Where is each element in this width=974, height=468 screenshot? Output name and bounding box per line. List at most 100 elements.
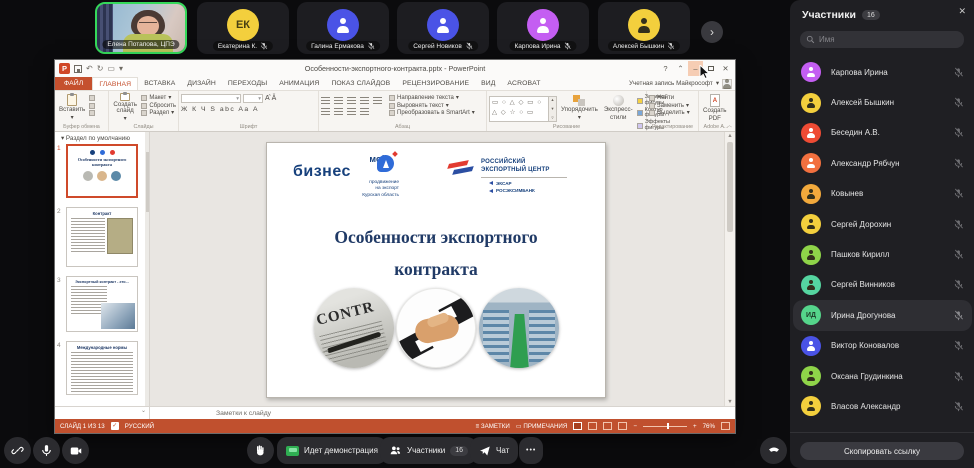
participant-search[interactable] bbox=[800, 31, 964, 48]
create-pdf-button[interactable]: СоздатьPDF bbox=[701, 93, 729, 123]
language-indicator[interactable]: РУССКИЙ bbox=[125, 423, 154, 430]
copy-link-button[interactable]: Скопировать ссылку bbox=[800, 442, 964, 460]
redo-icon[interactable]: ↻ bbox=[97, 64, 104, 73]
spellcheck-icon[interactable]: ✓ bbox=[110, 422, 119, 430]
close-button[interactable]: ✕ bbox=[718, 61, 733, 76]
reading-view-button[interactable] bbox=[603, 422, 613, 430]
alignment-buttons[interactable] bbox=[321, 108, 387, 115]
cut-icon[interactable] bbox=[89, 95, 96, 101]
minimize-button[interactable]: – bbox=[688, 61, 703, 76]
zoom-in-button[interactable]: + bbox=[693, 423, 697, 430]
camera-button[interactable] bbox=[62, 437, 89, 464]
font-name-select[interactable]: ▾ bbox=[181, 94, 241, 103]
video-tile[interactable]: Алексей Бышкин bbox=[598, 2, 690, 54]
font-style-buttons[interactable]: Ж К Ч S abc Aa А bbox=[181, 106, 316, 113]
participant-row[interactable]: Алексей Бышкин bbox=[793, 87, 972, 117]
more-actions-button[interactable]: ••• bbox=[519, 437, 544, 464]
slide-4-thumbnail[interactable]: Международные нормы bbox=[66, 341, 138, 395]
normal-view-button[interactable] bbox=[573, 422, 583, 430]
tab-insert[interactable]: ВСТАВКА bbox=[138, 77, 181, 90]
slide-scrollbar[interactable]: ▲ ▼ bbox=[724, 132, 735, 406]
grow-shrink-font-buttons[interactable]: А̂ А̌ bbox=[265, 95, 276, 102]
select-button[interactable]: Выделить ▾ bbox=[649, 110, 690, 116]
pane-scrollbar[interactable] bbox=[145, 132, 149, 406]
tab-home[interactable]: ГЛАВНАЯ bbox=[92, 77, 139, 90]
notes-toggle[interactable]: ≡ ЗАМЕТКИ bbox=[476, 423, 510, 430]
zoom-slider[interactable] bbox=[642, 423, 687, 429]
video-tile-active-speaker[interactable]: Елена Потапова, ЦПЭ bbox=[95, 2, 187, 54]
raise-hand-button[interactable] bbox=[247, 437, 274, 464]
slide-2-thumbnail[interactable]: Контракт bbox=[66, 207, 138, 267]
participant-row[interactable]: Пашков Кирилл bbox=[793, 239, 972, 269]
section-button[interactable]: Раздел ▾ bbox=[141, 110, 176, 116]
shapes-gallery-scroll[interactable]: ▴ ▾ ▿ bbox=[549, 96, 557, 122]
replace-button[interactable]: Заменить ▾ bbox=[649, 102, 690, 109]
slide-3-thumbnail[interactable]: Экспортный контракт - это... bbox=[66, 276, 138, 332]
pane-collapse-button[interactable]: ⌄ bbox=[55, 407, 150, 419]
participant-row-highlighted[interactable]: ИД Ирина Дрогунова bbox=[793, 300, 972, 331]
video-tile[interactable]: Карпова Ирина bbox=[497, 2, 589, 54]
zoom-out-button[interactable]: − bbox=[633, 423, 637, 430]
participant-row[interactable]: Сергей Дорохин bbox=[793, 209, 972, 239]
section-header[interactable]: ▾ Раздел по умолчанию bbox=[55, 132, 149, 144]
quick-styles-button[interactable]: Экспресс-стили bbox=[602, 93, 635, 123]
help-button[interactable]: ? bbox=[658, 61, 673, 76]
video-tile[interactable]: Сергей Новиков bbox=[397, 2, 489, 54]
undo-icon[interactable]: ↶ bbox=[86, 64, 93, 73]
qat-customize-icon[interactable]: ▾ bbox=[119, 64, 123, 73]
more-tiles-button[interactable]: › bbox=[701, 21, 723, 43]
slide-1-thumbnail[interactable]: Особенности экспортного контракта bbox=[66, 144, 138, 198]
reset-button[interactable]: Сбросить bbox=[141, 102, 176, 109]
layout-button[interactable]: Макет ▾ bbox=[141, 95, 176, 101]
participants-button[interactable]: Участники 16 bbox=[380, 437, 478, 464]
arrange-button[interactable]: Упорядочить ▾ bbox=[559, 93, 600, 123]
new-slide-button[interactable]: Создать слайд ▾ bbox=[111, 92, 139, 123]
slideshow-icon[interactable]: ▭ bbox=[107, 64, 115, 73]
tab-view[interactable]: ВИД bbox=[475, 77, 501, 90]
comments-toggle[interactable]: ▭ ПРИМЕЧАНИЯ bbox=[516, 423, 568, 430]
participant-row[interactable]: Александр Рябчун bbox=[793, 148, 972, 178]
fit-slide-button[interactable] bbox=[721, 422, 730, 430]
tab-design[interactable]: ДИЗАЙН bbox=[181, 77, 222, 90]
participant-row[interactable]: Оксана Грудинкина bbox=[793, 361, 972, 391]
participant-row[interactable]: Сергей Винников bbox=[793, 270, 972, 300]
participant-row[interactable]: Ковынев bbox=[793, 179, 972, 209]
video-tile[interactable]: Галина Ермакова bbox=[297, 2, 389, 54]
slide-sorter-view-button[interactable] bbox=[588, 422, 598, 430]
search-input[interactable] bbox=[819, 35, 958, 44]
find-button[interactable]: Найти bbox=[649, 95, 690, 101]
copy-icon[interactable] bbox=[89, 102, 96, 109]
restore-button[interactable] bbox=[703, 61, 718, 76]
participant-row[interactable]: Карпова Ирина bbox=[793, 57, 972, 87]
tab-acrobat[interactable]: ACROBAT bbox=[501, 77, 546, 90]
participant-row[interactable]: Беседин А.В. bbox=[793, 118, 972, 148]
close-panel-button[interactable]: ✕ bbox=[958, 6, 966, 17]
collapse-ribbon-icon[interactable]: ︿ bbox=[727, 122, 732, 129]
notes-bar[interactable]: ⌄ Заметки к слайду bbox=[55, 406, 735, 419]
paste-button[interactable]: Вставить ▾ bbox=[57, 93, 87, 123]
tab-slideshow[interactable]: ПОКАЗ СЛАЙДОВ bbox=[325, 77, 396, 90]
leave-call-button[interactable] bbox=[760, 437, 787, 464]
text-direction-button[interactable]: Направление текста ▾ bbox=[389, 95, 484, 101]
smartart-button[interactable]: Преобразовать в SmartArt ▾ bbox=[389, 110, 484, 116]
shapes-gallery[interactable]: ▭ ○ △ ◇ ▭ ○ △ ◇ ☆ ○ ▭ bbox=[489, 96, 549, 122]
align-text-button[interactable]: Выровнять текст ▾ bbox=[389, 102, 484, 109]
chat-button[interactable]: Чат bbox=[470, 437, 519, 464]
ribbon-options-button[interactable]: ⌃ bbox=[673, 61, 688, 76]
tab-transitions[interactable]: ПЕРЕХОДЫ bbox=[222, 77, 273, 90]
font-size-select[interactable]: ▾ bbox=[243, 94, 263, 103]
slideshow-view-button[interactable] bbox=[618, 422, 628, 430]
tab-review[interactable]: РЕЦЕНЗИРОВАНИЕ bbox=[396, 77, 475, 90]
save-icon[interactable] bbox=[74, 64, 82, 73]
copy-link-icon-button[interactable] bbox=[4, 437, 31, 464]
account-menu[interactable]: Учетная запись Майкрософт ▾ bbox=[629, 77, 735, 90]
zoom-level[interactable]: 76% bbox=[703, 423, 715, 430]
list-indent-buttons[interactable] bbox=[321, 97, 387, 104]
sharing-status-button[interactable]: Идет демонстрация bbox=[277, 437, 387, 464]
format-painter-icon[interactable] bbox=[89, 110, 96, 116]
video-tile[interactable]: ЕК Екатерина К. bbox=[197, 2, 289, 54]
participant-row[interactable]: Виктор Коновалов bbox=[793, 331, 972, 361]
microphone-button[interactable] bbox=[33, 437, 60, 464]
tab-file[interactable]: ФАЙЛ bbox=[55, 77, 93, 90]
tab-animations[interactable]: АНИМАЦИЯ bbox=[273, 77, 325, 90]
